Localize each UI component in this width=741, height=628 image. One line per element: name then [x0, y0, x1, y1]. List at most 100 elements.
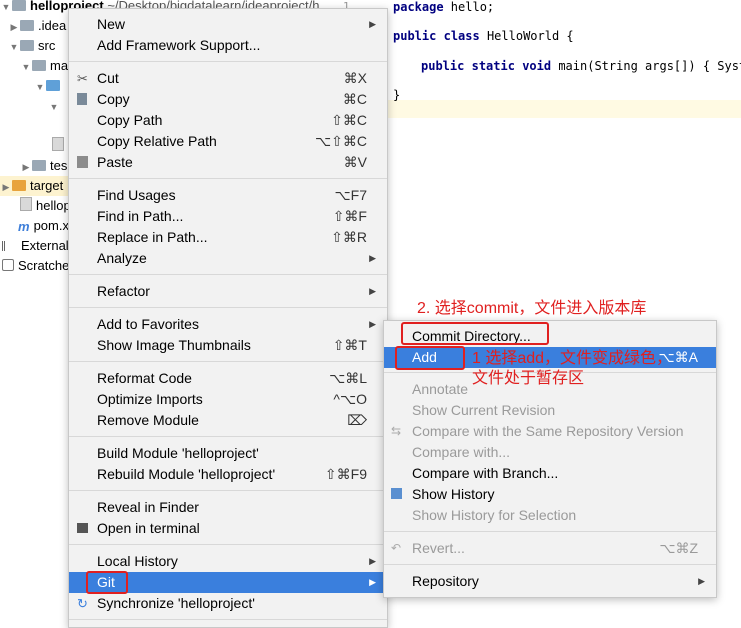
git-show-history-selection[interactable]: Show History for Selection: [384, 505, 716, 526]
menu-item-add-framework[interactable]: Add Framework Support...: [69, 35, 387, 56]
menu-separator: [69, 436, 387, 437]
chevron-down-icon[interactable]: ▼: [0, 0, 12, 17]
menu-item-reveal-finder[interactable]: Reveal in Finder: [69, 497, 387, 518]
menu-item-paste[interactable]: Paste ⌘V: [69, 152, 387, 173]
tree-item-iml[interactable]: hellop: [20, 196, 71, 216]
menu-item-build-module[interactable]: Build Module 'helloproject': [69, 443, 387, 464]
menu-item-label: Rebuild Module 'helloproject': [97, 466, 276, 482]
menu-item-local-history[interactable]: Local History ▶: [69, 551, 387, 572]
menu-item-label: Find Usages: [97, 187, 176, 203]
menu-item-analyze[interactable]: Analyze ▶: [69, 248, 387, 269]
menu-item-label: Cut: [97, 70, 119, 86]
git-compare-same-repo[interactable]: ⇆ Compare with the Same Repository Versio…: [384, 421, 716, 442]
menu-item-copy-path[interactable]: Copy Path ⇧⌘C: [69, 110, 387, 131]
menu-item-synchronize[interactable]: ↻ Synchronize 'helloproject': [69, 593, 387, 614]
menu-item-new[interactable]: New ▶: [69, 14, 387, 35]
menu-item-label: Reveal in Finder: [97, 499, 199, 515]
tree-item-label: tes: [50, 158, 68, 173]
shortcut: ⇧⌘R: [331, 229, 367, 245]
tree-item-scratches[interactable]: Scratche: [2, 256, 69, 276]
folder-icon: [32, 60, 46, 71]
menu-item-label: Paste: [97, 154, 133, 170]
history-icon: [391, 488, 402, 499]
menu-item-label: Copy Path: [97, 112, 163, 128]
menu-item-reformat[interactable]: Reformat Code ⌥⌘L: [69, 368, 387, 389]
menu-item-label: Compare with...: [412, 444, 511, 460]
menu-item-copy-relative-path[interactable]: Copy Relative Path ⌥⇧⌘C: [69, 131, 387, 152]
tree-item-main[interactable]: ▼ ma: [20, 56, 69, 77]
menu-item-refactor[interactable]: Refactor ▶: [69, 281, 387, 302]
chevron-right-icon[interactable]: ▶: [8, 17, 20, 37]
folder-icon: [20, 20, 34, 31]
shortcut: ⌘V: [343, 154, 367, 170]
terminal-icon: [77, 523, 88, 533]
chevron-down-icon[interactable]: ▼: [8, 37, 20, 57]
menu-separator: [69, 619, 387, 620]
menu-separator: [69, 544, 387, 545]
git-revert[interactable]: ↶ Revert... ⌥⌘Z: [384, 538, 716, 559]
code-line-4: }: [393, 88, 401, 102]
chevron-down-icon[interactable]: ▼: [34, 77, 46, 97]
menu-separator: [384, 564, 716, 565]
menu-item-label: Add to Favorites: [97, 316, 199, 332]
menu-item-add-favorites[interactable]: Add to Favorites ▶: [69, 314, 387, 335]
submenu-arrow-icon: ▶: [369, 319, 376, 329]
tree-item-test[interactable]: ▶ tes: [20, 156, 68, 177]
menu-item-optimize-imports[interactable]: Optimize Imports ^⌥O: [69, 389, 387, 410]
shortcut: ⌥⌘Z: [659, 540, 698, 556]
annotation-step1-line1: 1 选择add，文件变成绿色，: [472, 350, 673, 367]
code-line-3: public static void main(String args[]) {…: [421, 59, 741, 73]
menu-item-label: Reformat Code: [97, 370, 192, 386]
git-compare-branch[interactable]: Compare with Branch...: [384, 463, 716, 484]
chevron-right-icon[interactable]: ▶: [20, 157, 32, 177]
tree-item-idea[interactable]: ▶ .idea: [8, 16, 67, 37]
tree-item-java[interactable]: ▼: [34, 76, 64, 96]
git-show-history[interactable]: Show History: [384, 484, 716, 505]
menu-item-find-in-path[interactable]: Find in Path... ⇧⌘F: [69, 206, 387, 227]
menu-separator: [69, 361, 387, 362]
menu-item-show-thumbnails[interactable]: Show Image Thumbnails ⇧⌘T: [69, 335, 387, 356]
shortcut: ⇧⌘T: [332, 337, 367, 353]
tree-item-pom[interactable]: m pom.x: [18, 216, 69, 236]
menu-item-remove-module[interactable]: Remove Module ⌦: [69, 410, 387, 431]
tree-item-class[interactable]: [52, 136, 68, 156]
shortcut: ^⌥O: [333, 391, 367, 407]
menu-item-label: Remove Module: [97, 412, 199, 428]
menu-item-open-terminal[interactable]: Open in terminal: [69, 518, 387, 539]
menu-item-cut[interactable]: ✂ Cut ⌘X: [69, 68, 387, 89]
folder-icon: [20, 40, 34, 51]
menu-item-label: Synchronize 'helloproject': [97, 595, 255, 611]
submenu-arrow-icon: ▶: [369, 556, 376, 566]
menu-item-label: Show History: [412, 486, 495, 502]
copy-icon: [77, 93, 87, 105]
menu-item-label: Revert...: [412, 540, 465, 556]
git-compare-with[interactable]: Compare with...: [384, 442, 716, 463]
submenu-arrow-icon: ▶: [369, 286, 376, 296]
menu-item-label: New: [97, 16, 126, 32]
menu-item-copy[interactable]: Copy ⌘C: [69, 89, 387, 110]
chevron-down-icon[interactable]: ▼: [48, 97, 60, 117]
menu-item-find-usages[interactable]: Find Usages ⌥F7: [69, 185, 387, 206]
menu-item-rebuild-module[interactable]: Rebuild Module 'helloproject' ⇧⌘F9: [69, 464, 387, 485]
menu-item-label: Repository: [412, 573, 479, 589]
tree-item-external[interactable]: External: [2, 236, 69, 256]
paste-icon: [77, 156, 88, 168]
git-show-current-revision[interactable]: Show Current Revision: [384, 400, 716, 421]
annotation-box-commit: [401, 322, 549, 345]
scissors-icon: ✂: [77, 71, 88, 86]
menu-item-label: Analyze: [97, 250, 147, 266]
tree-item-src[interactable]: ▼ src: [8, 36, 56, 57]
shortcut: ⇧⌘C: [331, 112, 367, 128]
chevron-down-icon[interactable]: ▼: [20, 57, 32, 77]
library-icon: [2, 241, 17, 251]
menu-item-label: Replace in Path...: [97, 229, 208, 245]
menu-separator: [69, 274, 387, 275]
chevron-right-icon[interactable]: ▶: [0, 177, 12, 197]
submenu-arrow-icon: ▶: [369, 577, 376, 587]
git-repository[interactable]: Repository ▶: [384, 571, 716, 592]
java-file-icon: [52, 137, 64, 151]
annotation-step2: 2. 选择commit，文件进入版本库: [417, 300, 647, 317]
menu-item-label: Local History: [97, 553, 178, 569]
menu-item-replace-in-path[interactable]: Replace in Path... ⇧⌘R: [69, 227, 387, 248]
tree-item-package[interactable]: ▼: [48, 96, 60, 116]
